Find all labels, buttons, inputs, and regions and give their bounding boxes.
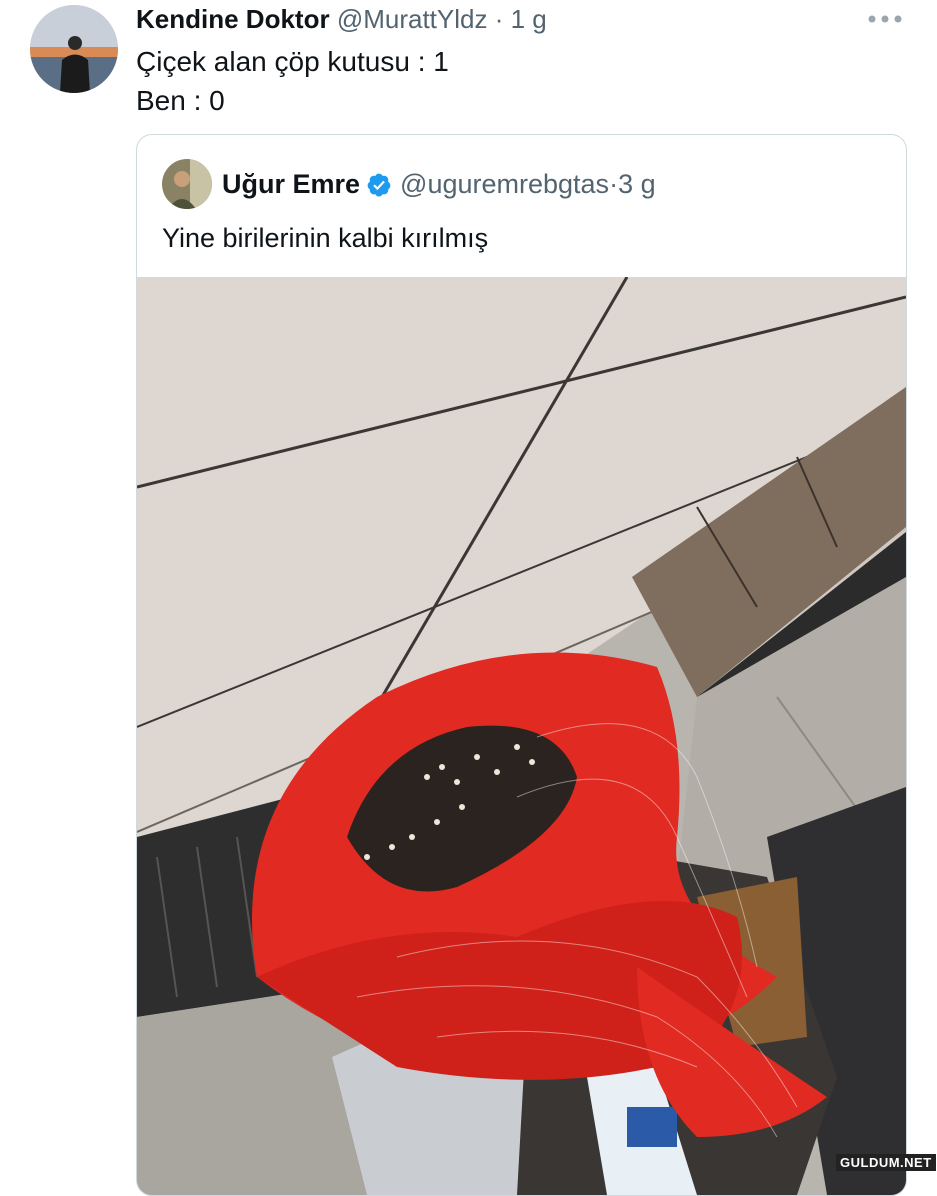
tweet-header: Kendine Doktor @MurattYldz · 1 g <box>136 4 547 35</box>
tweet-line-1: Çiçek alan çöp kutusu : 1 <box>136 46 449 77</box>
quoted-header: Uğur Emre @uguremrebgtas · 3 g <box>222 169 656 200</box>
author-handle[interactable]: @MurattYldz <box>337 4 488 34</box>
quoted-text: Yine birilerinin kalbi kırılmış <box>162 223 489 253</box>
tweet-text: Çiçek alan çöp kutusu : 1 Ben : 0 <box>136 42 449 120</box>
quoted-time[interactable]: 3 g <box>618 169 656 200</box>
tweet-line-2: Ben : 0 <box>136 85 225 116</box>
verified-badge-icon <box>367 173 391 196</box>
quoted-author-name[interactable]: Uğur Emre <box>222 169 360 200</box>
quoted-author-handle[interactable]: @uguremrebgtas <box>400 169 609 200</box>
watermark: GULDUM.NET <box>836 1154 936 1171</box>
author-name[interactable]: Kendine Doktor <box>136 4 330 34</box>
photo-illustration <box>137 276 906 1195</box>
separator: · <box>487 4 511 34</box>
more-horizontal-icon[interactable] <box>866 12 904 26</box>
quoted-photo[interactable] <box>137 276 906 1195</box>
author-avatar[interactable] <box>30 5 118 93</box>
quoted-tweet[interactable]: Uğur Emre @uguremrebgtas · 3 g Yine biri… <box>136 134 907 1196</box>
tweet-time[interactable]: 1 g <box>511 4 547 34</box>
quoted-author-avatar[interactable] <box>162 159 212 209</box>
quoted-separator: · <box>609 169 619 199</box>
